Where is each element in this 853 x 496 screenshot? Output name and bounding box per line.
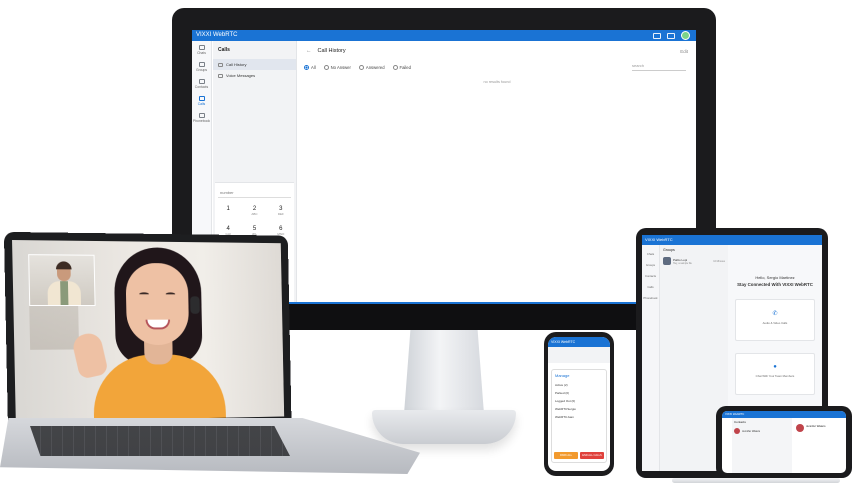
list-item[interactable]: Jennifer Waters [732,426,792,436]
end-all-calls-button[interactable]: END ALL CALLS [580,452,604,459]
tablet-rail-contacts[interactable]: Contacts [642,274,659,278]
dial-number-input[interactable]: number [218,187,291,198]
status-logged-out[interactable]: Logged Out (0) [552,397,606,405]
contacts-icon [198,78,205,84]
groups-icon [198,61,205,67]
voicemail-icon [218,73,223,78]
history-search-input[interactable]: search [632,63,686,71]
phone-app-header: VIXXI WebRTC [548,337,610,347]
user-avatar[interactable] [681,31,690,40]
phone2-detail: Jennifer Waters [794,418,846,473]
filter-answered[interactable]: Answered [358,65,385,70]
stylus [672,478,840,483]
status-parked[interactable]: Parked (0) [552,389,606,397]
call-history-item[interactable]: Call History [213,59,296,70]
pip-hair [55,261,72,270]
avatar [734,428,740,434]
back-arrow-icon[interactable]: ← [306,48,312,54]
history-title: Call History [317,48,346,54]
calls-title: Calls [218,47,230,53]
smartphone: VIXXI WebRTC Manage Active (2) Parked (0… [544,332,614,476]
laptop [3,231,292,428]
keyboard-icon[interactable] [667,32,675,39]
tablet-rail-calls[interactable]: Calls [642,285,659,289]
filter-all[interactable]: All [304,65,316,70]
call-row[interactable]: WebRTCSergio [552,405,606,413]
waving-hand [70,330,109,380]
rail-item-contacts[interactable]: Contacts [192,75,211,92]
park-all-button[interactable]: PARK ALL [554,452,578,459]
device-showcase: VIXXI WebRTC Chats Groups Contacts Calls… [0,0,853,496]
tablet-nav-rail: Chats Groups Contacts Calls Phonebook [642,245,660,471]
list-item[interactable]: Pablo Lopi Hey, a sample file 10 Minutes [660,255,728,267]
contact-preview: Hey, a sample file [673,261,692,265]
self-view-thumbnail[interactable] [28,254,96,307]
phone-subheader [548,347,610,363]
tablet-rail-chats[interactable]: Chats [642,252,659,256]
empty-state: no results found [483,80,511,84]
rail-item-groups[interactable]: Groups [192,58,211,75]
greeting: Hello, Sergio Martinez [755,275,795,280]
contacts-title: Contacts [734,420,746,424]
contact-time: 10 Minutes [713,259,725,263]
rail-item-chats[interactable]: Chats [192,41,211,58]
phone2-screen: VIXXI WebRTC Contacts Jennifer Waters Je… [722,411,846,473]
manage-card: Manage Active (2) Parked (0) Logged Out … [551,369,607,463]
headset-icon [190,296,200,314]
filter-no-answer[interactable]: No Answer [323,65,351,70]
tagline: Stay Connected With VIXXI WebRTC [737,282,813,287]
tablet-rail-phonebook[interactable]: Phonebook [642,296,659,300]
phonebook-icon [198,112,205,118]
dial-key-2[interactable]: 2 ABC [241,206,267,216]
radio-icon [323,65,329,70]
voice-messages-item[interactable]: Voice Messages [213,70,296,81]
video-call-screen [12,240,285,422]
edit-button[interactable]: Edit [680,49,688,54]
phone2-contacts: Contacts Jennifer Waters [732,418,792,473]
caller-eye-left [139,292,149,296]
caller-eye-right [165,292,176,296]
tablet-app-header: VIXXI WebRTC [642,235,822,245]
history-header: ← Call History Edit [298,41,696,61]
radio-icon [304,65,309,70]
manage-title: Manage [555,373,570,378]
status-active[interactable]: Active (2) [552,381,606,389]
smartphone-landscape: VIXXI WebRTC Contacts Jennifer Waters Je… [716,406,852,478]
caller-face [125,262,190,346]
dial-key-1[interactable]: 1 [215,206,241,216]
phone-icon: ✆ [772,311,778,317]
phone-icon [198,95,205,101]
screen-icon[interactable] [653,32,661,39]
radio-icon [392,65,398,70]
avatar [796,424,804,432]
monitor-stand-base [372,410,516,444]
history-icon [218,62,223,67]
radio-icon [358,65,364,70]
app-title: VIXXI WebRTC [196,32,238,38]
laptop-keyboard [30,426,290,456]
chat-card[interactable]: ● Chat With Your Team Members [735,353,815,395]
filter-failed[interactable]: Failed [392,65,411,70]
chat-bubble-icon: ● [773,364,777,370]
pip-shirt [60,281,69,307]
rail-item-calls[interactable]: Calls [192,92,211,109]
call-row[interactable]: WebRTCJuan [552,413,606,421]
history-filters: All No Answer Answered Failed search [298,61,696,74]
tablet-rail-groups[interactable]: Groups [642,263,659,267]
app-header: VIXXI WebRTC [192,30,696,41]
phone-screen: VIXXI WebRTC Manage Active (2) Parked (0… [548,337,610,471]
calls-card[interactable]: ✆ Audio & Video Calls [735,299,815,341]
chat-icon [198,44,205,50]
rail-item-phonebook[interactable]: Phonebook [192,109,211,126]
phone2-app-header: VIXXI WebRTC [722,411,846,418]
groups-header: Groups [663,248,675,252]
avatar [663,257,671,265]
monitor-stand-neck [404,330,484,414]
dial-key-3[interactable]: 3 DEF [268,206,294,216]
